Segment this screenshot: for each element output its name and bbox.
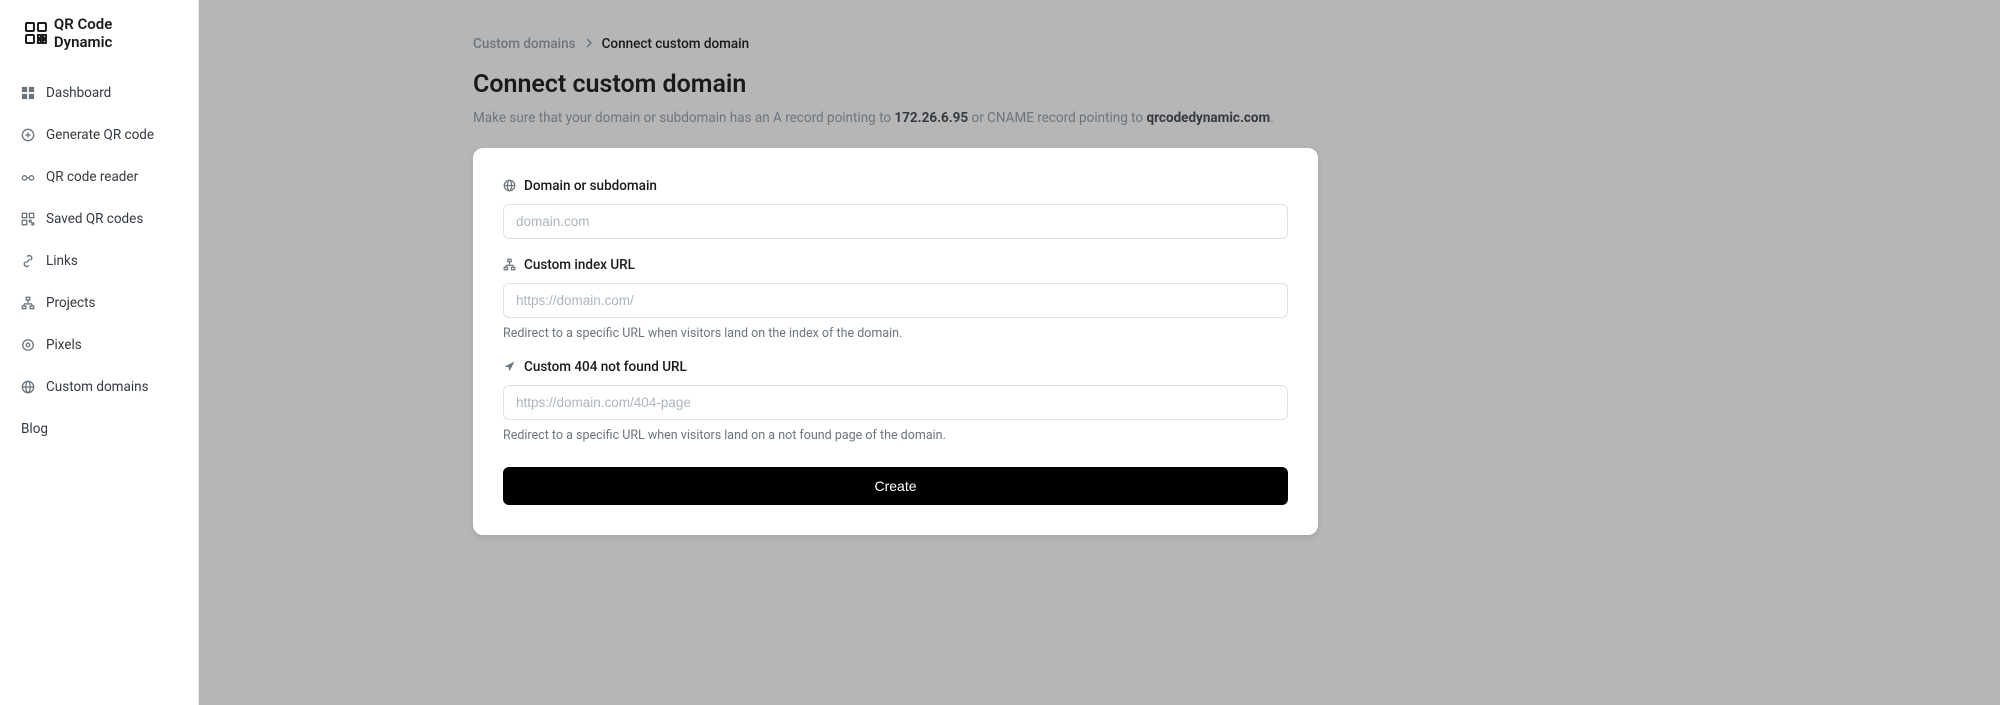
grid-icon xyxy=(21,86,35,100)
domain-input[interactable] xyxy=(503,204,1288,239)
sitemap-icon xyxy=(503,258,516,271)
glasses-icon xyxy=(21,170,35,184)
nav-label: Links xyxy=(46,253,78,269)
brand-name: QR Code Dynamic xyxy=(54,15,174,51)
notfound-url-group: Custom 404 not found URL Redirect to a s… xyxy=(503,359,1288,443)
chevron-right-icon xyxy=(584,36,594,52)
nav-custom-domains[interactable]: Custom domains xyxy=(0,366,198,408)
nav-blog[interactable]: Blog xyxy=(0,408,198,450)
main-content: Custom domains Connect custom domain Con… xyxy=(199,0,2000,705)
nav: Dashboard Generate QR code QR code reade… xyxy=(0,66,198,456)
nav-dashboard[interactable]: Dashboard xyxy=(0,72,198,114)
nav-pixels[interactable]: Pixels xyxy=(0,324,198,366)
nav-label: Custom domains xyxy=(46,379,149,395)
nav-links[interactable]: Links xyxy=(0,240,198,282)
notfound-url-help: Redirect to a specific URL when visitors… xyxy=(503,428,1288,443)
form-card: Domain or subdomain Custom index URL Red… xyxy=(473,148,1318,535)
diagram-icon xyxy=(21,296,35,310)
nav-label: QR code reader xyxy=(46,169,138,185)
nav-label: Pixels xyxy=(46,337,82,353)
nav-qr-reader[interactable]: QR code reader xyxy=(0,156,198,198)
nav-label: Saved QR codes xyxy=(46,211,143,227)
domain-group: Domain or subdomain xyxy=(503,178,1288,239)
nav-label: Dashboard xyxy=(46,85,111,101)
globe-icon xyxy=(21,380,35,394)
create-button[interactable]: Create xyxy=(503,467,1288,505)
index-url-input[interactable] xyxy=(503,283,1288,318)
nav-generate-qr[interactable]: Generate QR code xyxy=(0,114,198,156)
plus-circle-icon xyxy=(21,128,35,142)
domain-label: Domain or subdomain xyxy=(503,178,1288,194)
page-subtitle: Make sure that your domain or subdomain … xyxy=(473,109,1318,128)
nav-projects[interactable]: Projects xyxy=(0,282,198,324)
location-arrow-icon xyxy=(503,360,516,373)
logo[interactable]: QR Code Dynamic xyxy=(0,0,198,66)
notfound-url-label: Custom 404 not found URL xyxy=(503,359,1288,375)
index-url-label: Custom index URL xyxy=(503,257,1288,273)
sidebar: QR Code Dynamic Dashboard Generate QR co… xyxy=(0,0,199,705)
nav-label: Projects xyxy=(46,295,96,311)
link-icon xyxy=(21,254,35,268)
index-url-group: Custom index URL Redirect to a specific … xyxy=(503,257,1288,341)
notfound-url-input[interactable] xyxy=(503,385,1288,420)
breadcrumb: Custom domains Connect custom domain xyxy=(473,36,1318,52)
nav-saved-qr[interactable]: Saved QR codes xyxy=(0,198,198,240)
qr-icon xyxy=(21,212,35,226)
breadcrumb-current: Connect custom domain xyxy=(602,36,750,52)
qr-logo-icon xyxy=(24,21,48,45)
nav-label: Blog xyxy=(21,421,48,437)
nav-label: Generate QR code xyxy=(46,127,154,143)
filter-icon xyxy=(21,338,35,352)
page-title: Connect custom domain xyxy=(473,70,1318,99)
index-url-help: Redirect to a specific URL when visitors… xyxy=(503,326,1288,341)
globe-icon xyxy=(503,179,516,192)
breadcrumb-link[interactable]: Custom domains xyxy=(473,36,576,52)
